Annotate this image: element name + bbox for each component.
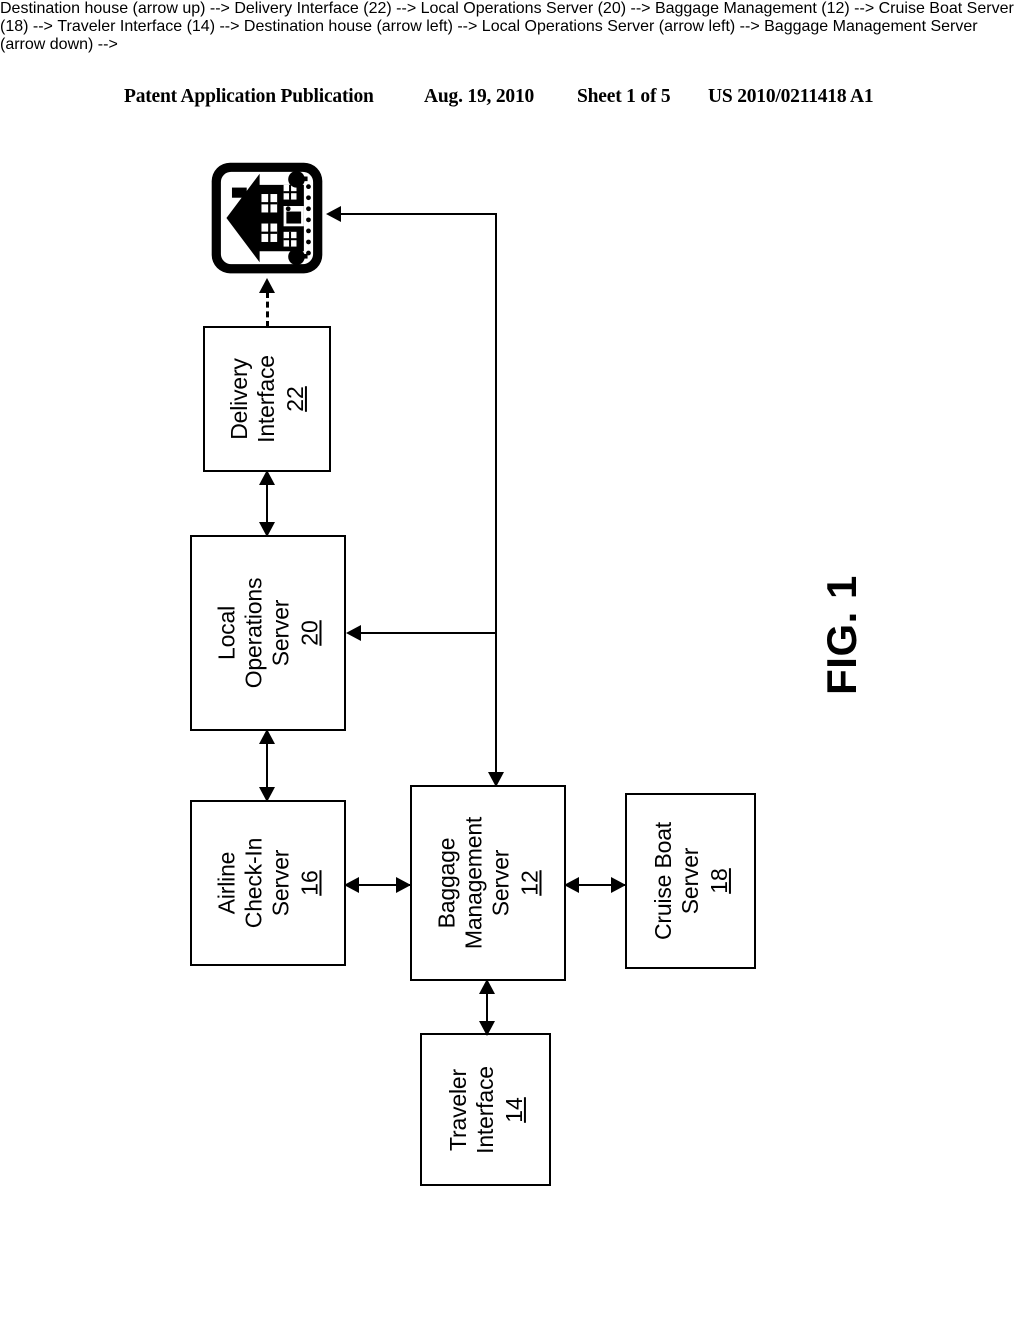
- connector-delivery-to-destination-arrowhead: [259, 278, 275, 293]
- connector-baggage-to-traveler-arrowhead-up: [479, 979, 495, 994]
- connector-localops-to-delivery-arrowhead-down: [259, 522, 275, 537]
- node-cruise-boat-server[interactable]: Cruise Boat Server 18: [625, 793, 756, 969]
- node-delivery-interface-line2: Interface: [252, 355, 279, 443]
- node-airline-checkin-server-ref: 16: [296, 870, 323, 896]
- node-cruise-boat-server-line1: Cruise Boat: [649, 822, 676, 940]
- connector-airline-to-localops-arrowhead-up: [259, 729, 275, 744]
- node-delivery-interface[interactable]: Delivery Interface 22: [203, 326, 331, 472]
- node-traveler-interface-line2: Interface: [471, 1065, 498, 1154]
- connector-bus-to-localops-line: [360, 632, 497, 634]
- connector-bus-trunk-line: [495, 213, 497, 785]
- connector-baggage-to-cruise-arrowhead-left: [564, 877, 579, 893]
- destination-house-icon: [208, 154, 326, 282]
- node-local-operations-server[interactable]: Local Operations Server 20: [190, 535, 346, 731]
- node-local-operations-server-ref: 20: [296, 620, 323, 646]
- connector-airline-to-baggage-arrowhead-left: [344, 877, 359, 893]
- connector-bus-to-localops-arrowhead: [346, 625, 361, 641]
- node-airline-checkin-server-line3: Server: [267, 849, 294, 917]
- figure-label-text: FIG. 1: [817, 575, 865, 695]
- node-baggage-management-server-line2: Management: [460, 816, 487, 950]
- node-cruise-boat-server-line2: Server: [676, 847, 703, 915]
- connector-bus-to-destination-line: [340, 213, 497, 215]
- node-baggage-management-server-line3: Server: [487, 849, 514, 917]
- figure-label: FIG. 1: [767, 560, 917, 710]
- connector-delivery-to-destination-line: [266, 292, 269, 327]
- node-baggage-management-server[interactable]: Baggage Management Server 12: [410, 785, 566, 981]
- connector-baggage-to-cruise-arrowhead-right: [611, 877, 626, 893]
- node-cruise-boat-server-ref: 18: [705, 868, 732, 894]
- node-baggage-management-server-line1: Baggage: [433, 837, 460, 929]
- node-airline-checkin-server[interactable]: Airline Check-In Server 16: [190, 800, 346, 966]
- node-baggage-management-server-ref: 12: [516, 870, 543, 896]
- node-delivery-interface-ref: 22: [281, 386, 308, 412]
- node-local-operations-server-line3: Server: [267, 599, 294, 667]
- figure-diagram: Delivery Interface 22 Local Operations S…: [0, 0, 1024, 1320]
- node-local-operations-server-line1: Local: [213, 606, 240, 661]
- node-airline-checkin-server-line2: Check-In: [240, 837, 267, 929]
- node-traveler-interface-ref: 14: [500, 1096, 527, 1123]
- connector-airline-to-localops-arrowhead-down: [259, 787, 275, 802]
- connector-bus-to-baggage-arrowhead: [488, 772, 504, 787]
- connector-airline-to-baggage-arrowhead-right: [396, 877, 411, 893]
- node-delivery-interface-line1: Delivery: [225, 358, 252, 440]
- node-traveler-interface-line1: Traveler: [444, 1068, 471, 1151]
- node-airline-checkin-server-line1: Airline: [213, 851, 240, 915]
- connector-baggage-to-traveler-arrowhead-down: [479, 1021, 495, 1036]
- connector-bus-to-destination-arrowhead: [326, 206, 341, 222]
- node-traveler-interface[interactable]: Traveler Interface 14: [420, 1033, 551, 1186]
- node-local-operations-server-line2: Operations: [240, 577, 267, 689]
- connector-localops-to-delivery-arrowhead-up: [259, 470, 275, 485]
